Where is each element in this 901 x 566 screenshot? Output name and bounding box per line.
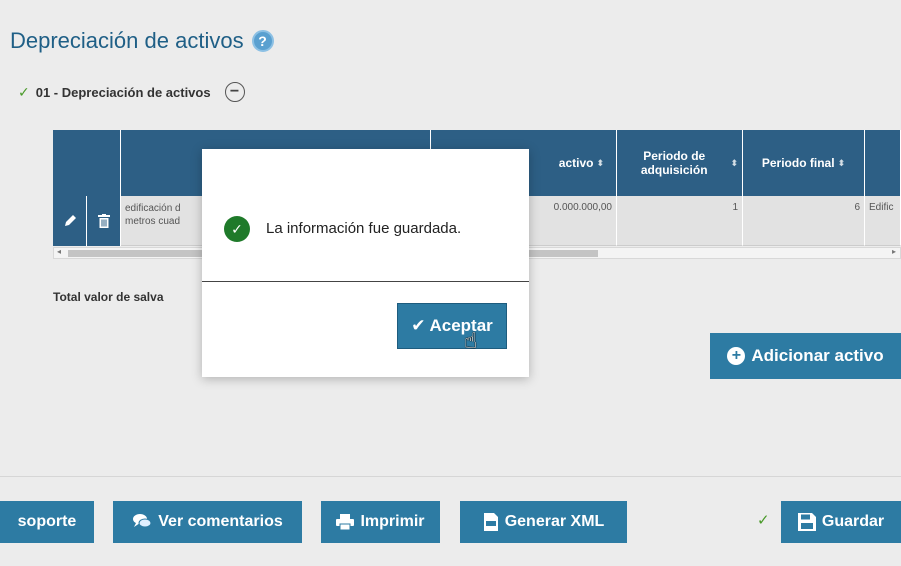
check-icon: ✔ — [411, 316, 426, 335]
table-header-acq-period[interactable]: Periodo de adquisición ⬍ — [617, 130, 743, 196]
xml-file-icon — [483, 513, 498, 531]
scroll-left-icon[interactable]: ◂ — [57, 247, 61, 256]
edit-button[interactable] — [53, 196, 87, 246]
footer-divider — [0, 476, 901, 477]
trash-icon — [97, 214, 110, 228]
generate-xml-button[interactable]: Generar XML — [460, 501, 627, 543]
sort-icon: ⬍ — [596, 158, 604, 168]
support-button[interactable]: soporte — [0, 501, 94, 543]
cell-acq-period: 1 — [617, 196, 743, 246]
hand-cursor-icon: ☝ — [464, 328, 478, 353]
delete-button[interactable] — [87, 196, 121, 246]
table-header-actions — [53, 130, 121, 196]
check-icon: ✓ — [757, 512, 770, 529]
comments-icon — [133, 514, 152, 528]
plus-icon: + — [727, 347, 746, 365]
floppy-icon — [797, 513, 816, 531]
section-header: ✓ 01 - Depreciación de activos − — [18, 82, 245, 102]
page-title-text: Depreciación de activos — [10, 28, 244, 53]
table-header-final-period[interactable]: Periodo final ⬍ — [743, 130, 865, 196]
check-icon: ✓ — [18, 83, 30, 100]
collapse-icon[interactable]: − — [224, 82, 245, 102]
sort-icon: ⬍ — [837, 158, 846, 168]
dialog-message: La información fue guardada. — [266, 220, 462, 237]
print-button[interactable]: Imprimir — [321, 501, 440, 543]
scroll-right-icon[interactable]: ▸ — [892, 247, 896, 256]
dialog-divider — [202, 281, 529, 282]
cell-final-period: 6 — [743, 196, 865, 246]
printer-icon — [336, 514, 355, 530]
table-header-next — [865, 130, 901, 196]
sort-icon: ⬍ — [730, 158, 738, 168]
save-button[interactable]: Guardar — [781, 501, 901, 543]
help-icon[interactable]: ? — [251, 30, 274, 52]
total-label: Total valor de salva — [53, 290, 164, 304]
add-asset-button[interactable]: + Adicionar activo — [710, 333, 901, 379]
pencil-icon — [64, 215, 76, 226]
confirmation-dialog: ✓ La información fue guardada. ✔ Aceptar… — [202, 149, 529, 377]
check-circle-icon: ✓ — [224, 216, 250, 242]
cell-next: Edific — [865, 196, 901, 246]
accept-button[interactable]: ✔ Aceptar — [397, 303, 507, 349]
comments-button[interactable]: Ver comentarios — [113, 501, 302, 543]
section-label: 01 - Depreciación de activos — [35, 84, 211, 100]
page-title: Depreciación de activos ? — [10, 28, 274, 54]
